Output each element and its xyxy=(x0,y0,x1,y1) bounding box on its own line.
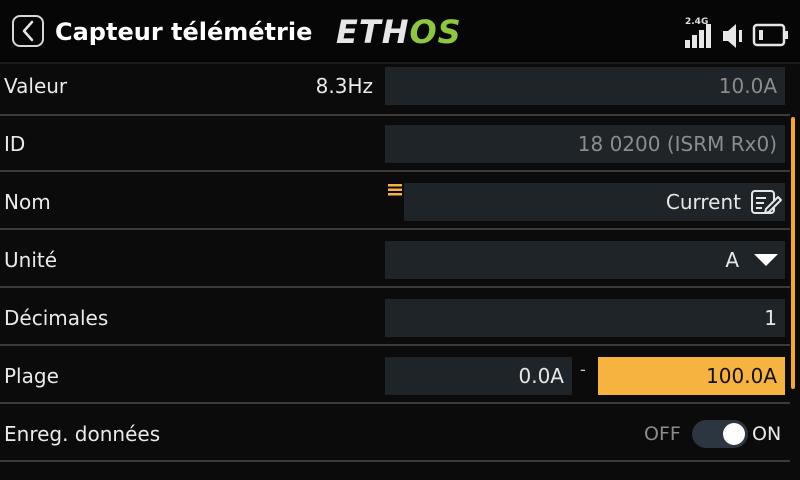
menu-lines-icon[interactable] xyxy=(388,183,402,197)
row-label-enreg: Enreg. données xyxy=(4,422,161,446)
decimals-field[interactable]: 1 xyxy=(385,299,785,337)
signal-bars-icon xyxy=(685,24,711,48)
row-label-unite: Unité xyxy=(4,248,58,272)
row-unite: Unité A xyxy=(0,232,790,288)
sample-rate: 8.3Hz xyxy=(315,74,373,98)
row-enreg: Enreg. données OFF ON xyxy=(0,406,790,462)
row-label-valeur: Valeur xyxy=(4,74,68,98)
unit-dropdown[interactable]: A xyxy=(385,241,785,279)
back-button[interactable] xyxy=(12,15,44,47)
range-min-field[interactable]: 0.0A xyxy=(385,357,572,395)
logo-text-os: OS xyxy=(409,13,462,51)
toggle-knob xyxy=(723,423,745,445)
unit-value: A xyxy=(725,248,739,272)
page-title: Capteur télémétrie xyxy=(55,18,313,46)
top-bar: Capteur télémétrie ETHOS 2.4G xyxy=(0,0,800,64)
row-plage: Plage 0.0A - 100.0A xyxy=(0,348,790,404)
scrollbar[interactable] xyxy=(791,117,795,389)
row-label-decimales: Décimales xyxy=(4,306,109,330)
status-icons: 2.4G xyxy=(684,14,790,50)
sensor-id-field: 18 0200 (ISRM Rx0) xyxy=(385,125,785,163)
back-chevron-icon xyxy=(22,20,34,42)
row-id: ID 18 0200 (ISRM Rx0) xyxy=(0,116,790,172)
row-decimales: Décimales 1 xyxy=(0,290,790,346)
range-max-field[interactable]: 100.0A xyxy=(598,357,785,395)
current-value-field: 10.0A xyxy=(385,67,785,105)
row-label-plage: Plage xyxy=(4,364,59,388)
ethos-logo: ETHOS xyxy=(336,15,462,49)
row-label-nom: Nom xyxy=(4,190,51,214)
name-value: Current xyxy=(665,190,741,214)
logo-text-eth: ETH xyxy=(336,13,410,51)
row-valeur: Valeur 8.3Hz 10.0A xyxy=(0,64,790,116)
range-separator: - xyxy=(580,360,586,379)
edit-icon[interactable] xyxy=(750,188,782,216)
row-label-id: ID xyxy=(4,132,26,156)
signal-indicator: 2.4G xyxy=(684,16,716,50)
name-input[interactable]: Current xyxy=(404,183,785,221)
data-logging-toggle[interactable] xyxy=(692,420,748,448)
battery-icon xyxy=(752,23,788,47)
toggle-on-label: ON xyxy=(752,423,782,445)
row-nom: Nom Current xyxy=(0,174,790,230)
toggle-off-label: OFF xyxy=(644,423,681,445)
speaker-icon xyxy=(723,24,742,48)
dropdown-triangle-icon xyxy=(754,254,778,266)
